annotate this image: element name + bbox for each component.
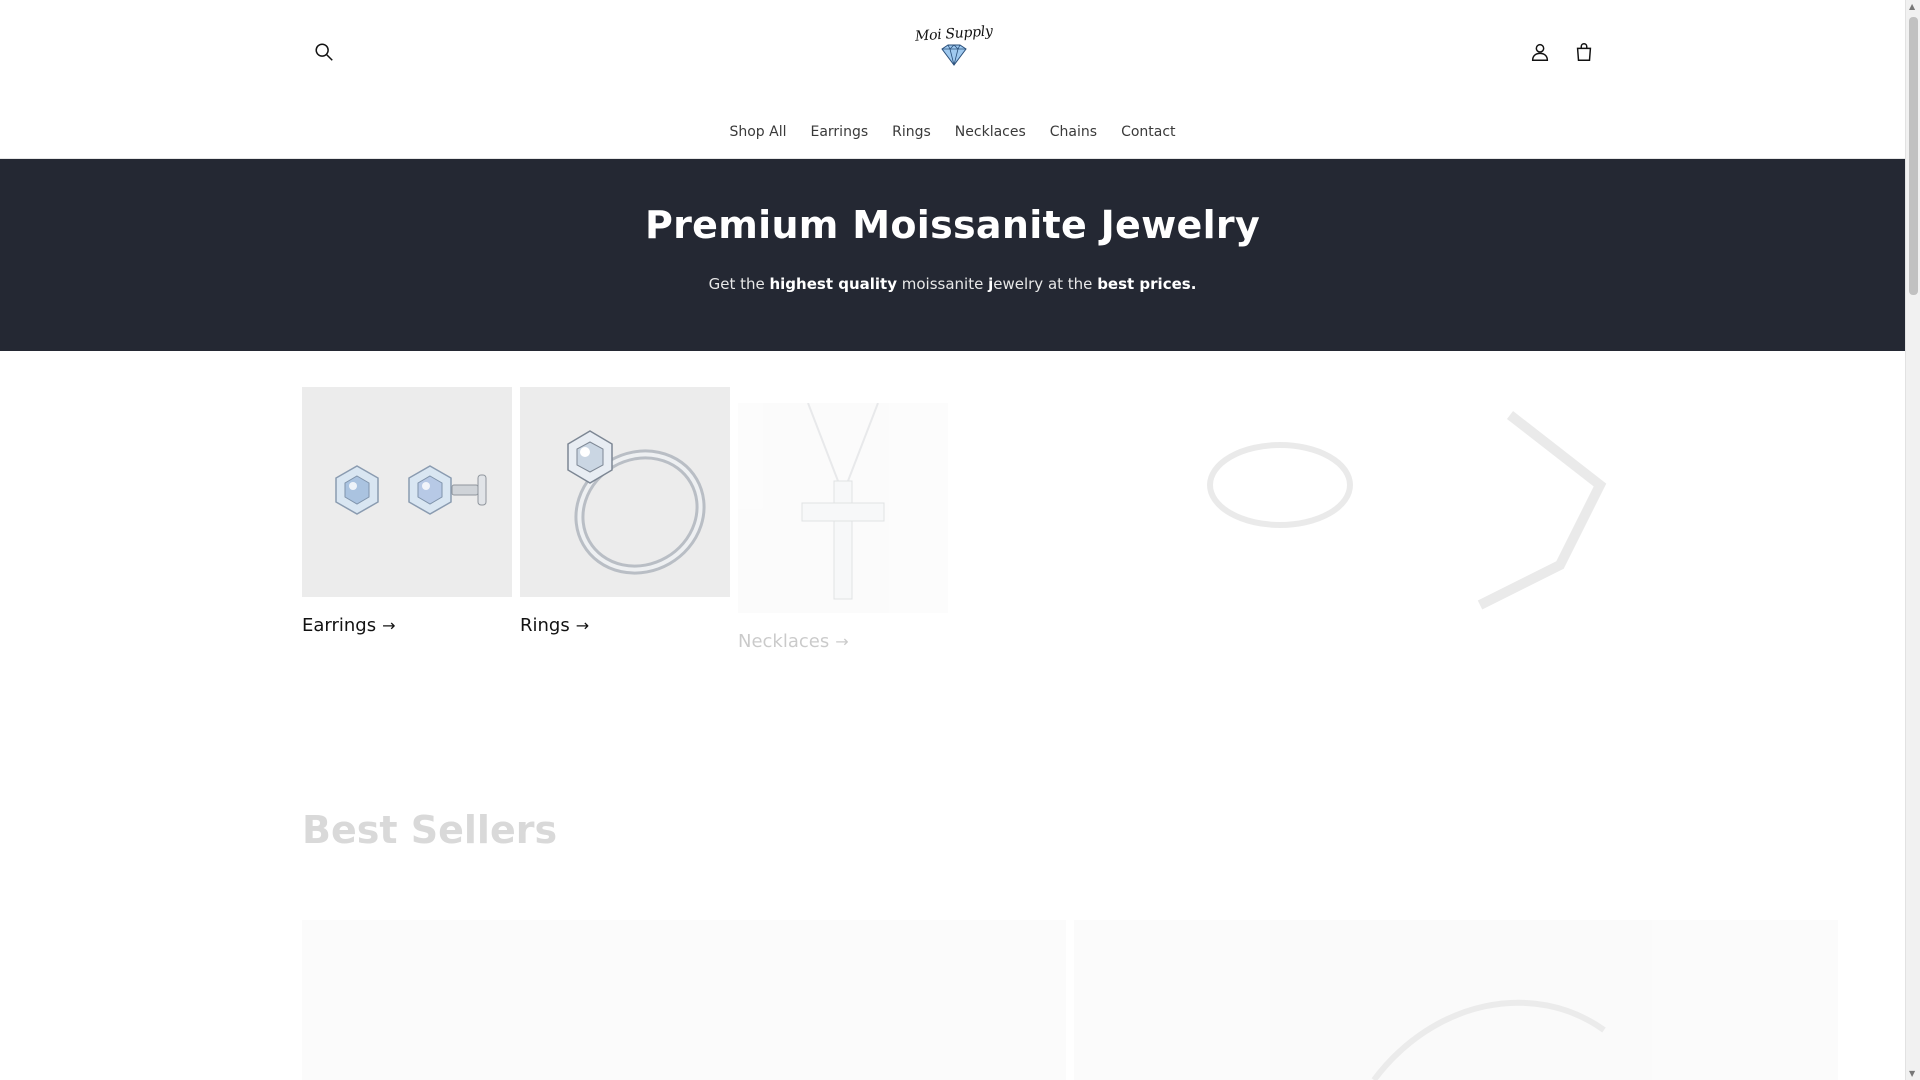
earrings-illustration xyxy=(335,465,487,515)
scroll-down-icon[interactable]: ▼ xyxy=(1909,1069,1915,1078)
page: Moi Supply Shop All Earrings Rings Neckl… xyxy=(0,0,1905,1080)
page-scrollbar[interactable]: ▲ ▼ xyxy=(1905,0,1920,1080)
diamond-icon xyxy=(941,44,967,66)
hero-sub-text-1: Get the xyxy=(708,275,770,293)
hero-banner: Premium Moissanite Jewelry Get the highe… xyxy=(0,159,1905,351)
nav-earrings[interactable]: Earrings xyxy=(798,124,880,140)
hero-sub-bold-1: highest quality xyxy=(769,275,897,293)
scrollbar-thumb[interactable] xyxy=(1909,17,1918,295)
nav-contact[interactable]: Contact xyxy=(1109,124,1187,140)
product-ring-illustration xyxy=(1371,999,1606,1080)
collection-label-rings: Rings xyxy=(520,615,570,636)
collection-card-necklaces[interactable]: Necklaces → xyxy=(738,403,948,652)
hero-sub-text-3: ewelry at the xyxy=(993,275,1098,293)
cart-button[interactable] xyxy=(1562,30,1606,74)
hero-sub-text-2: moissanite xyxy=(896,275,989,293)
faded-collection-artwork xyxy=(1207,411,1607,610)
collection-card-rings[interactable]: Rings → xyxy=(520,387,730,636)
search-icon xyxy=(315,43,333,61)
nav-rings[interactable]: Rings xyxy=(880,124,943,140)
product-card[interactable] xyxy=(1074,920,1838,1080)
ring-illustration xyxy=(567,430,706,575)
collection-label-earrings: Earrings xyxy=(302,615,377,636)
arrow-right-icon: → xyxy=(382,616,396,635)
product-card[interactable] xyxy=(302,920,1066,1080)
scroll-up-icon[interactable]: ▲ xyxy=(1909,2,1915,11)
arrow-right-icon: → xyxy=(575,616,590,635)
earrings-image[interactable] xyxy=(302,387,512,597)
hero-title: Premium Moissanite Jewelry xyxy=(644,203,1261,247)
account-button[interactable] xyxy=(1518,30,1562,74)
collection-card-earrings[interactable]: Earrings → xyxy=(302,387,512,636)
site-header: Moi Supply Shop All Earrings Rings Neckl… xyxy=(0,0,1905,159)
collection-link-earrings[interactable]: Earrings → xyxy=(302,615,512,636)
collection-link-rings[interactable]: Rings → xyxy=(520,615,730,636)
cross-necklace-illustration xyxy=(801,403,885,600)
necklaces-image[interactable] xyxy=(738,403,948,613)
hero-subtitle: Get the highest quality moissanite jewel… xyxy=(0,275,1905,293)
rings-image[interactable] xyxy=(520,387,730,597)
nav-chains[interactable]: Chains xyxy=(1038,124,1109,140)
best-sellers-title: Best Sellers xyxy=(302,808,558,852)
collection-label-necklaces: Necklaces xyxy=(738,631,830,652)
account-icon xyxy=(1531,43,1549,61)
search-button[interactable] xyxy=(302,30,346,74)
nav-shop-all[interactable]: Shop All xyxy=(717,124,798,140)
logo-text: Moi Supply xyxy=(914,23,994,45)
cart-icon xyxy=(1576,43,1592,61)
nav-necklaces[interactable]: Necklaces xyxy=(943,124,1038,140)
site-logo[interactable]: Moi Supply xyxy=(915,23,993,74)
arrow-right-icon: → xyxy=(835,632,849,651)
main-nav: Shop All Earrings Rings Necklaces Chains… xyxy=(0,124,1905,140)
collection-link-necklaces[interactable]: Necklaces → xyxy=(738,631,948,652)
hero-sub-bold-3: best prices. xyxy=(1097,275,1197,293)
